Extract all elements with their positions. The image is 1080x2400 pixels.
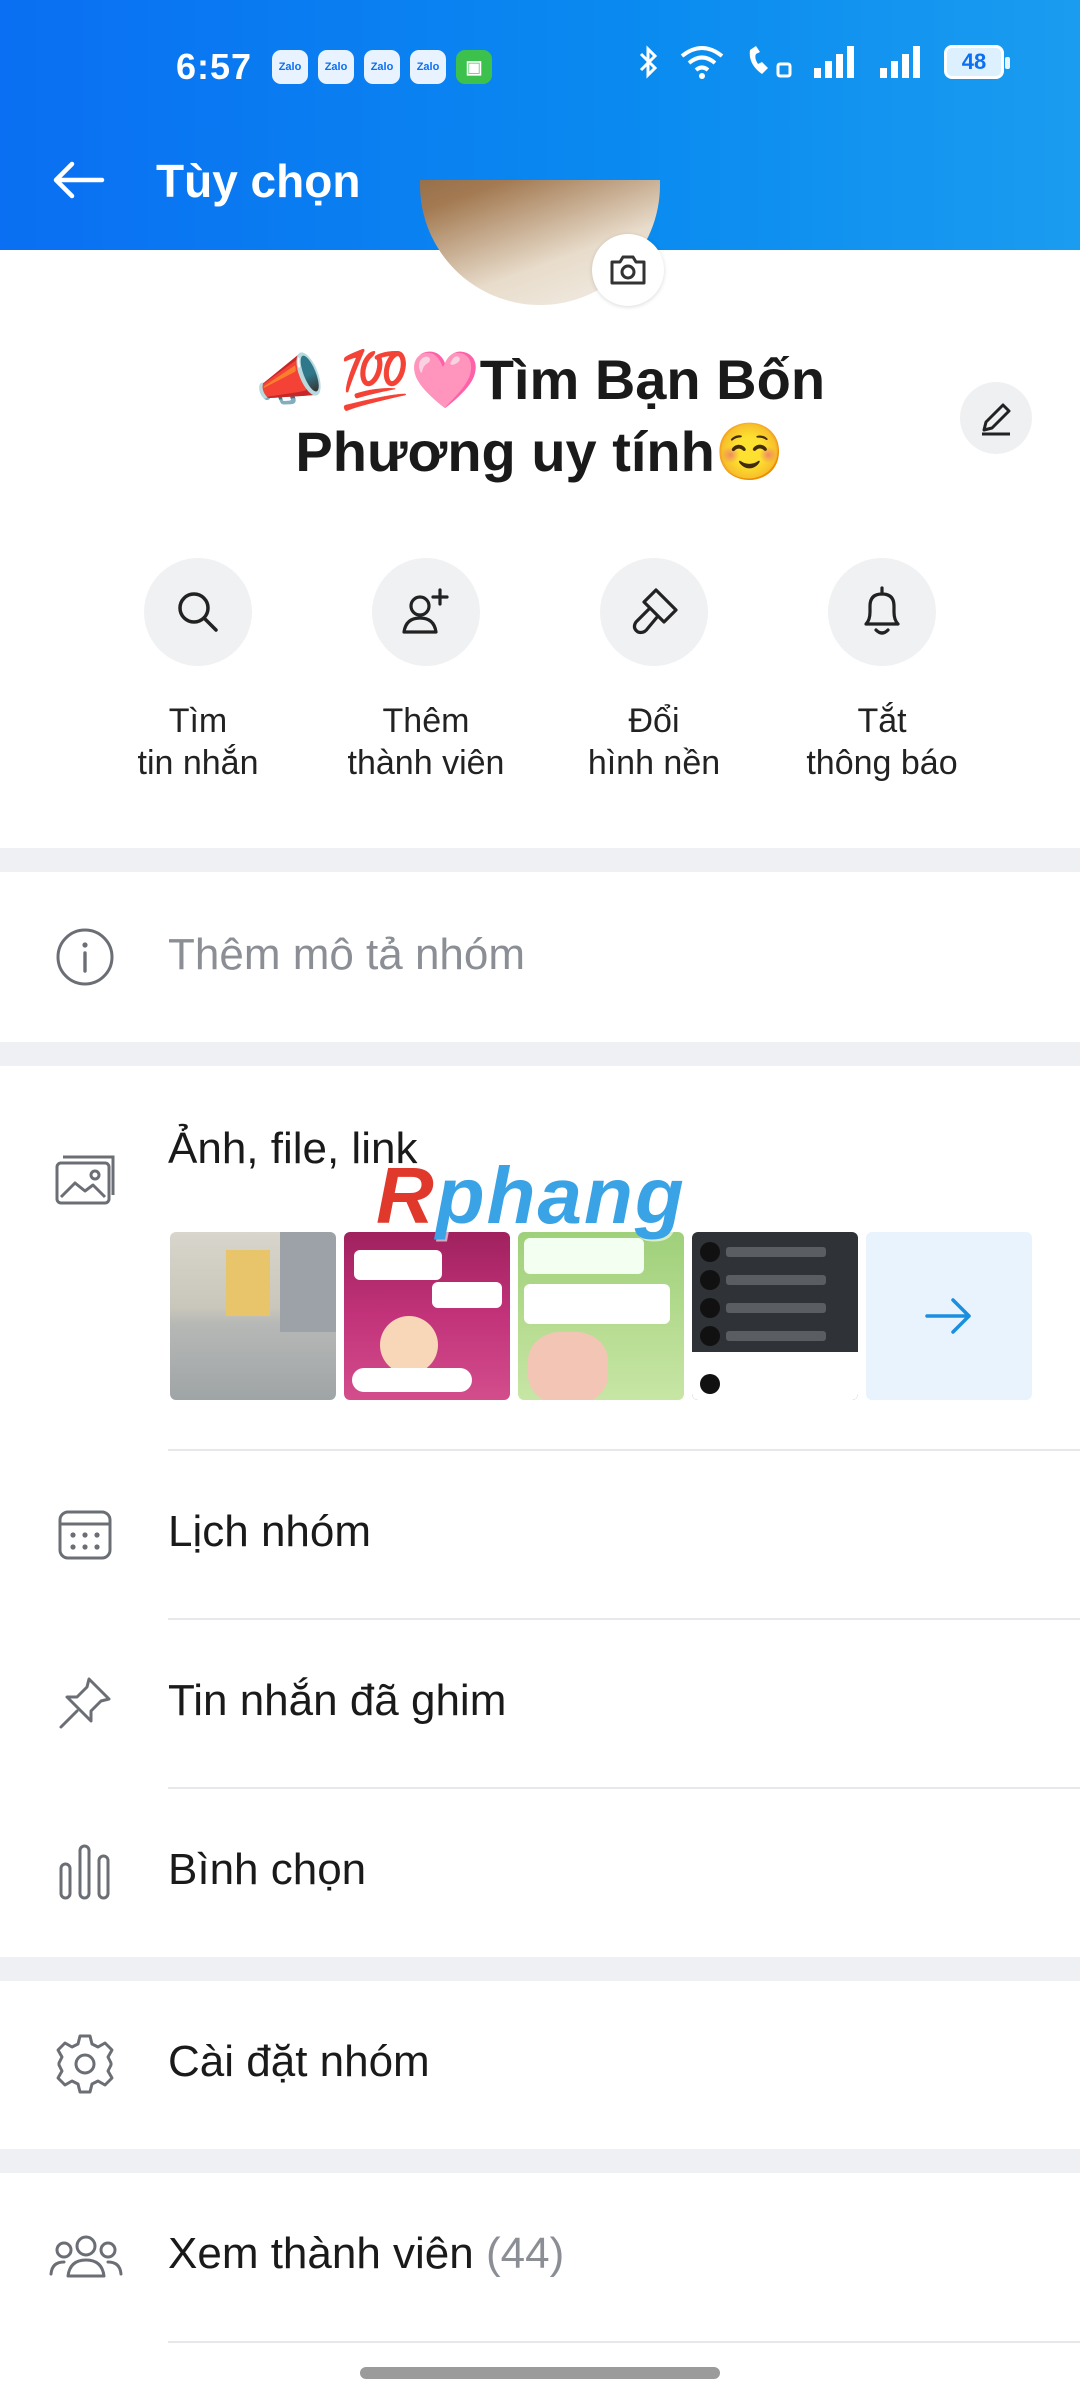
row-divider (168, 2341, 1080, 2343)
camera-icon (610, 255, 646, 285)
media-thumbnails (170, 1232, 1032, 1400)
volte-call-icon (749, 46, 792, 78)
zalo-notification-icon: Zalo (272, 50, 308, 84)
mute-notifications-button[interactable] (828, 558, 936, 666)
home-indicator[interactable] (360, 2367, 720, 2379)
add-member-icon (402, 588, 449, 634)
section-separator (0, 848, 1080, 872)
pinned-messages-label: Tin nhắn đã ghim (168, 1676, 507, 1725)
thumbnail-detail (726, 1303, 826, 1313)
thumbnail-detail (700, 1298, 720, 1318)
section-separator (0, 2149, 1080, 2173)
members-count: (44) (485, 2229, 565, 2278)
info-icon (50, 922, 120, 992)
action-label: Tìm tin nhắn (137, 702, 259, 782)
bell-icon (864, 586, 900, 635)
mute-notifications-action[interactable]: Tắt thông báo (772, 558, 992, 784)
thumbnail-detail (524, 1238, 644, 1274)
thumbnail-detail (726, 1331, 826, 1341)
battery-indicator: 48 (944, 45, 1010, 79)
watermark-letter: R (376, 1151, 436, 1240)
section-separator (0, 1957, 1080, 1981)
thumbnail-detail (726, 1275, 826, 1285)
gear-icon (50, 2029, 120, 2099)
group-settings-row[interactable]: Cài đặt nhóm (0, 1981, 1080, 2149)
media-thumbnail[interactable] (518, 1232, 684, 1400)
members-icon (46, 2221, 126, 2291)
thumbnail-detail (226, 1250, 270, 1316)
view-members-text: Xem thành viên (168, 2229, 474, 2278)
thumbnail-detail (528, 1332, 608, 1400)
notification-icons: Zalo Zalo Zalo Zalo ▣ (272, 50, 492, 84)
action-label: Thêm thành viên (347, 702, 505, 782)
zalo-notification-icon: Zalo (364, 50, 400, 84)
section-separator (0, 1042, 1080, 1066)
photo-icon (50, 1146, 120, 1216)
action-label: Đổi hình nền (587, 702, 721, 782)
back-button[interactable] (50, 150, 120, 210)
watermark-logo: Rphang (376, 1150, 686, 1242)
zalo-notification-icon: Zalo (318, 50, 354, 84)
search-messages-button[interactable] (144, 558, 252, 666)
change-avatar-button[interactable] (592, 234, 664, 306)
group-calendar-row[interactable]: Lịch nhóm (0, 1451, 1080, 1619)
system-icons: 48 (638, 44, 1010, 80)
thumbnail-detail (700, 1270, 720, 1290)
group-settings-label: Cài đặt nhóm (168, 2037, 430, 2086)
add-member-action[interactable]: Thêm thành viên (316, 558, 536, 784)
calendar-icon (50, 1499, 120, 1569)
pencil-icon (982, 403, 1011, 436)
poll-row[interactable]: Bình chọn (0, 1789, 1080, 1957)
thumbnail-detail (726, 1247, 826, 1257)
thumbnail-detail (700, 1326, 720, 1346)
status-bar: 6:57 Zalo Zalo Zalo Zalo ▣ 48 (0, 0, 1080, 140)
signal-icon (814, 46, 854, 78)
paint-brush-icon (632, 588, 678, 635)
media-thumbnail[interactable] (170, 1232, 336, 1400)
change-background-button[interactable] (600, 558, 708, 666)
thumbnail-detail (352, 1368, 472, 1392)
group-name: 📣 💯🩷Tìm Bạn Bốn Phương uy tính☺️ (254, 348, 826, 483)
zalo-notification-icon: Zalo (410, 50, 446, 84)
arrow-right-icon (925, 1298, 971, 1334)
status-time: 6:57 (176, 46, 253, 87)
poll-icon (50, 1837, 120, 1907)
page-title: Tùy chọn (156, 155, 361, 207)
thumbnail-detail (380, 1316, 438, 1374)
media-thumbnail[interactable] (692, 1232, 858, 1400)
add-description-row[interactable]: Thêm mô tả nhóm (0, 872, 1080, 1042)
edit-name-button[interactable] (960, 382, 1032, 454)
see-all-media-button[interactable] (866, 1232, 1032, 1400)
thumbnail-detail (432, 1282, 502, 1308)
view-members-label: Xem thành viên (44) (168, 2229, 564, 2279)
thumbnail-detail (280, 1232, 336, 1332)
thumbnail-detail (354, 1250, 442, 1280)
pin-icon (50, 1668, 120, 1738)
thumbnail-detail (700, 1242, 720, 1262)
group-calendar-label: Lịch nhóm (168, 1507, 372, 1556)
pinned-messages-row[interactable]: Tin nhắn đã ghim (0, 1620, 1080, 1788)
signal-icon (880, 46, 920, 78)
view-members-row[interactable]: Xem thành viên (44) (0, 2173, 1080, 2341)
search-messages-action[interactable]: Tìm tin nhắn (88, 558, 308, 784)
add-member-button[interactable] (372, 558, 480, 666)
thumbnail-detail (700, 1374, 720, 1394)
bluetooth-icon (639, 45, 658, 79)
wifi-icon (680, 46, 724, 79)
change-background-action[interactable]: Đổi hình nền (544, 558, 764, 784)
quick-actions: Tìm tin nhắn Thêm thành viên Đổi hình nề… (0, 558, 1080, 798)
action-label: Tắt thông báo (806, 702, 958, 782)
search-icon (178, 592, 218, 632)
add-description-label: Thêm mô tả nhóm (168, 930, 526, 979)
watermark-text: phang (435, 1151, 686, 1240)
media-thumbnail[interactable] (344, 1232, 510, 1400)
app-notification-icon: ▣ (456, 50, 492, 84)
arrow-left-icon (53, 161, 105, 199)
thumbnail-detail (524, 1284, 670, 1324)
poll-label: Bình chọn (168, 1845, 367, 1894)
